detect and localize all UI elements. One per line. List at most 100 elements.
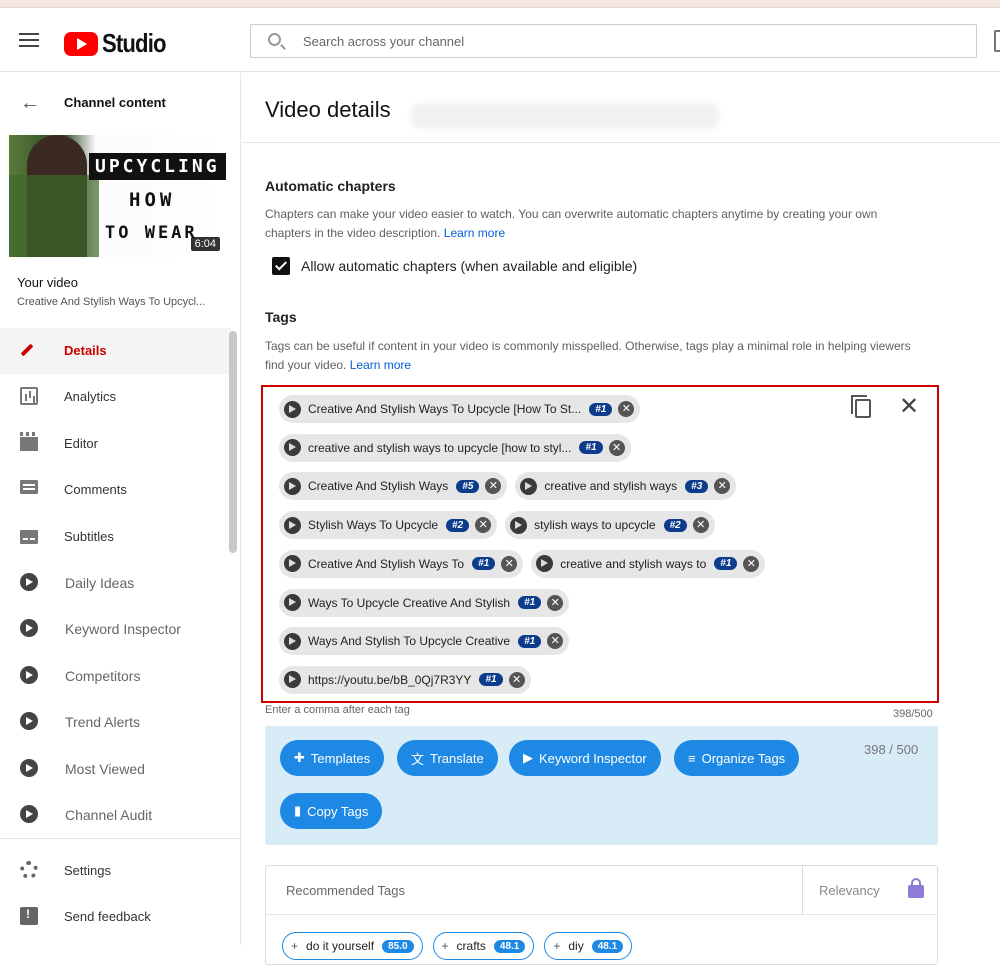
remove-tag-icon[interactable]: ✕ [692, 517, 709, 534]
menu-icon[interactable] [19, 33, 39, 47]
sidebar-item-label: Analytics [64, 389, 117, 405]
plus-icon: + [441, 939, 449, 953]
remove-tag-icon[interactable]: ✕ [508, 671, 525, 688]
tags-hint: Enter a comma after each tag [265, 704, 410, 716]
extension-logo-icon [284, 594, 301, 611]
remove-tag-icon[interactable]: ✕ [485, 478, 502, 495]
tag-chip[interactable]: Creative And Stylish Ways #5 ✕ [279, 472, 508, 501]
translate-button[interactable]: 文 Translate [397, 740, 498, 776]
sidebar-item-subtitles[interactable]: Subtitles [0, 514, 231, 560]
tag-chip[interactable]: Stylish Ways To Upcycle #2 ✕ [279, 511, 498, 540]
relevancy-sort[interactable]: Relevancy [819, 883, 880, 898]
thumbnail-text-2: HOW [129, 189, 176, 211]
subtitles-icon [20, 529, 38, 544]
auto-chapters-checkbox-row[interactable]: Allow automatic chapters (when available… [272, 257, 637, 275]
tag-chip[interactable]: creative and stylish ways #3 ✕ [515, 472, 737, 501]
recommended-tag-score: 48.1 [591, 939, 624, 953]
video-thumbnail[interactable]: UPCYCLING HOW TO WEAR 6:04 [9, 135, 226, 257]
main-content: Video details Automatic chapters Chapter… [242, 73, 1000, 965]
templates-button[interactable]: ✚ Templates [280, 740, 385, 776]
remove-tag-icon[interactable]: ✕ [618, 401, 635, 417]
sidebar-scrollbar[interactable] [229, 331, 237, 553]
sidebar-item-channel-audit[interactable]: Channel Audit [0, 792, 231, 838]
auto-chapters-label: Allow automatic chapters (when available… [301, 258, 638, 274]
tags-learn-more-link[interactable]: Learn more [350, 358, 411, 372]
remove-tag-icon[interactable]: ✕ [547, 633, 564, 650]
keyword-inspector-button[interactable]: ▶ Keyword Inspector [509, 740, 661, 776]
remove-tag-icon[interactable]: ✕ [743, 555, 760, 572]
recommended-tag-chip[interactable]: + do it yourself 85.0 [282, 932, 423, 960]
tag-chip[interactable]: Creative And Stylish Ways To #1 ✕ [279, 549, 524, 578]
sidebar-item-comments[interactable]: Comments [0, 467, 231, 513]
keyword-inspector-button-label: Keyword Inspector [539, 750, 647, 766]
sidebar-item-send-feedback[interactable]: Send feedback [0, 894, 241, 940]
extension-logo-icon [20, 572, 38, 591]
search-box[interactable] [250, 24, 977, 58]
tag-chip[interactable]: Ways And Stylish To Upcycle Creative #1 ✕ [279, 627, 570, 656]
tag-text: stylish ways to upcycle [534, 518, 656, 533]
back-to-channel-content[interactable]: ← Channel content [0, 89, 241, 117]
tag-chip[interactable]: https://youtu.be/bB_0Qj7R3YY #1 ✕ [279, 665, 531, 694]
remove-tag-icon[interactable]: ✕ [501, 555, 518, 572]
sidebar-item-daily-ideas[interactable]: Daily Ideas [0, 560, 231, 606]
tag-chip[interactable]: creative and stylish ways to upcycle [ho… [279, 433, 631, 462]
sidebar-nav: Details Analytics Editor Comments Subtit… [0, 328, 231, 838]
extension-logo-icon [20, 619, 38, 638]
page-title: Video details [265, 97, 391, 122]
tag-chip[interactable]: Creative And Stylish Ways To Upcycle [Ho… [279, 395, 641, 423]
tag-rank-badge: #2 [663, 518, 687, 532]
remove-tag-icon[interactable]: ✕ [608, 439, 625, 456]
tag-rank-badge: #1 [479, 673, 503, 687]
sidebar-item-competitors[interactable]: Competitors [0, 653, 231, 699]
plus-icon: + [553, 939, 561, 953]
extension-logo-icon [520, 477, 538, 495]
remove-tag-icon[interactable]: ✕ [475, 517, 492, 534]
sidebar-item-most-viewed[interactable]: Most Viewed [0, 746, 231, 792]
gear-icon [20, 861, 38, 879]
lock-icon[interactable] [908, 878, 924, 898]
sidebar-item-keyword-inspector[interactable]: Keyword Inspector [0, 606, 231, 652]
remove-tag-icon[interactable]: ✕ [714, 478, 731, 495]
feedback-icon [20, 907, 38, 926]
header-divider [242, 142, 1000, 143]
close-icon[interactable]: ✕ [899, 393, 919, 421]
sidebar-bottom-nav: Settings Send feedback [0, 848, 241, 941]
chapters-description: Chapters can make your video easier to w… [265, 205, 915, 243]
sidebar-item-trend-alerts[interactable]: Trend Alerts [0, 699, 231, 745]
recommended-tag-text: diy [568, 939, 584, 953]
extension-logo-icon [20, 665, 38, 684]
plus-icon: + [291, 939, 299, 953]
your-video-label: Your video [17, 275, 78, 290]
copy-tags-button[interactable]: ▮ Copy Tags [280, 793, 383, 829]
recommended-tag-chip[interactable]: + crafts 48.1 [432, 932, 535, 960]
sidebar-item-settings[interactable]: Settings [0, 848, 241, 894]
tags-input-box[interactable]: Creative And Stylish Ways To Upcycle [Ho… [261, 385, 939, 703]
chapters-learn-more-link[interactable]: Learn more [444, 226, 505, 240]
sort-icon: ≡ [688, 750, 696, 766]
recommended-tags-box: Recommended Tags Relevancy + do it yourse… [265, 865, 938, 965]
tag-text: Ways And Stylish To Upcycle Creative [308, 634, 511, 649]
copy-tags-button-label: Copy Tags [307, 803, 369, 819]
analytics-icon [20, 387, 38, 406]
panel-char-count: 398 / 500 [864, 742, 919, 757]
tag-chip[interactable]: creative and stylish ways to #1 ✕ [531, 549, 766, 578]
organize-tags-button[interactable]: ≡ Organize Tags [674, 740, 800, 776]
tag-chip[interactable]: stylish ways to upcycle #2 ✕ [505, 511, 715, 540]
create-icon[interactable] [994, 30, 1000, 52]
search-input[interactable] [303, 30, 963, 52]
sidebar-item-editor[interactable]: Editor [0, 421, 231, 467]
copy-icon[interactable] [851, 395, 871, 418]
tag-rank-badge: #1 [472, 557, 496, 571]
extension-logo-icon [536, 555, 554, 573]
organize-tags-button-label: Organize Tags [701, 750, 786, 766]
sidebar-item-analytics[interactable]: Analytics [0, 374, 231, 420]
recommended-tag-chip[interactable]: + diy 48.1 [544, 932, 633, 960]
auto-chapters-checkbox[interactable] [272, 257, 290, 275]
tag-row: Stylish Ways To Upcycle #2 ✕ stylish ways t… [279, 511, 723, 540]
sidebar-item-details[interactable]: Details [0, 328, 231, 375]
tag-row: Creative And Stylish Ways To Upcycle [Ho… [279, 395, 648, 423]
studio-logo[interactable]: Studio [64, 28, 177, 59]
tag-chip[interactable]: Ways To Upcycle Creative And Stylish #1 ✕ [279, 588, 570, 617]
remove-tag-icon[interactable]: ✕ [547, 594, 564, 611]
tag-text: Ways To Upcycle Creative And Stylish [308, 595, 511, 610]
